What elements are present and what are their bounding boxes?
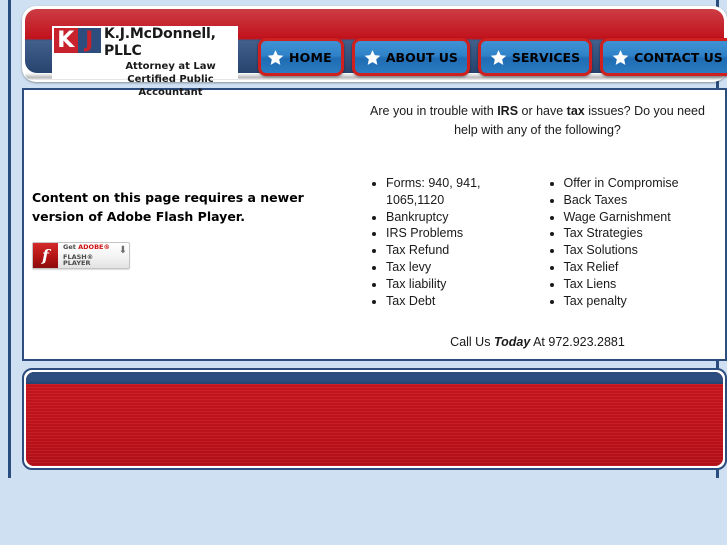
- logo-monogram-icon: K J: [54, 28, 101, 53]
- services-list-left-items: Forms: 940, 941, 1065,1120 Bankruptcy IR…: [360, 175, 538, 309]
- logo-firm-name: K.J.McDonnell, PLLC: [104, 26, 216, 59]
- list-item: Tax Refund: [386, 242, 538, 259]
- nav-item-about-us[interactable]: ABOUT US: [351, 38, 470, 76]
- list-item: Tax Strategies: [564, 225, 716, 242]
- star-icon: [364, 49, 381, 65]
- list-item: IRS Problems: [386, 225, 538, 242]
- main-navigation: HOME ABOUT US SERVICES CONTACT US: [258, 37, 727, 77]
- site-frame: K J K.J.McDonnell, PLLC Attorney at Law …: [8, 0, 727, 478]
- flash-badge-adobe: ADOBE®: [78, 243, 110, 252]
- call-to-action: Call Us Today At 972.923.2881: [360, 335, 715, 349]
- list-item: Wage Garnishment: [564, 209, 716, 226]
- list-item: Tax levy: [386, 259, 538, 276]
- services-lists: Forms: 940, 941, 1065,1120 Bankruptcy IR…: [360, 175, 715, 309]
- cta-emphasis: Today: [493, 335, 531, 350]
- services-column: Are you in trouble with IRS or have tax …: [350, 90, 725, 359]
- star-icon: [612, 49, 629, 65]
- get-adobe-flash-player-button[interactable]: f Get ADOBE® FLASH® PLAYER ⬇: [32, 242, 130, 269]
- flash-player-notice: Content on this page requires a newer ve…: [32, 188, 342, 269]
- logo-tagline-attorney: Attorney at Law: [125, 61, 216, 72]
- cta-prefix: Call Us: [450, 335, 494, 350]
- nav-label-services: SERVICES: [511, 49, 581, 65]
- star-icon: [490, 49, 507, 65]
- nav-item-contact-us[interactable]: CONTACT US: [600, 38, 727, 76]
- logo-text-block: K.J.McDonnell, PLLC Attorney at Law Cert…: [101, 26, 238, 99]
- list-item: Tax Relief: [564, 259, 716, 276]
- list-item: Tax Debt: [386, 293, 538, 310]
- flash-badge-text: Get ADOBE® FLASH® PLAYER: [58, 244, 117, 267]
- logo-letter-k: K: [54, 28, 78, 53]
- logo-letter-j: J: [77, 28, 101, 53]
- site-header: K J K.J.McDonnell, PLLC Attorney at Law …: [22, 6, 727, 98]
- footer-red-banner: [26, 384, 723, 466]
- nav-label-home: HOME: [289, 49, 332, 65]
- flash-badge-line2: FLASH® PLAYER: [63, 252, 94, 268]
- flash-logo-icon: f: [33, 243, 58, 268]
- site-footer: [22, 368, 727, 470]
- logo-tagline-cpa: Certified Public Accountant: [127, 74, 214, 98]
- cta-phone: At 972.923.2881: [530, 335, 625, 350]
- services-list-left: Forms: 940, 941, 1065,1120 Bankruptcy IR…: [360, 175, 538, 309]
- flash-badge-line1: Get ADOBE®: [63, 244, 117, 251]
- services-list-right-items: Offer in Compromise Back Taxes Wage Garn…: [538, 175, 716, 309]
- services-list-right: Offer in Compromise Back Taxes Wage Garn…: [538, 175, 716, 309]
- star-icon: [267, 49, 284, 65]
- main-content-panel: Content on this page requires a newer ve…: [22, 88, 727, 361]
- list-item: Bankruptcy: [386, 209, 538, 226]
- nav-label-contact-us: CONTACT US: [634, 49, 723, 65]
- list-item: Tax liability: [386, 276, 538, 293]
- intro-part1: Are you in trouble with: [370, 104, 498, 118]
- content-columns: Content on this page requires a newer ve…: [24, 90, 725, 359]
- list-item: Forms: 940, 941, 1065,1120: [386, 175, 538, 209]
- list-item: Offer in Compromise: [564, 175, 716, 192]
- download-arrow-icon: ⬇: [118, 245, 128, 256]
- intro-question: Are you in trouble with IRS or have tax …: [360, 102, 715, 140]
- flash-badge-get: Get: [63, 243, 79, 252]
- intro-bold-irs: IRS: [497, 104, 519, 118]
- intro-part2: or have: [518, 104, 567, 118]
- list-item: Tax Solutions: [564, 242, 716, 259]
- flash-notice-line2: Adobe Flash Player.: [106, 209, 245, 224]
- flash-notice-text: Content on this page requires a newer ve…: [32, 188, 342, 226]
- flash-content-column: Content on this page requires a newer ve…: [24, 90, 350, 359]
- list-item: Tax penalty: [564, 293, 716, 310]
- nav-item-services[interactable]: SERVICES: [477, 38, 593, 76]
- list-item: Tax Liens: [564, 276, 716, 293]
- nav-item-home[interactable]: HOME: [258, 38, 344, 76]
- footer-top-strip: [26, 372, 723, 384]
- intro-bold-tax: tax: [566, 104, 585, 118]
- list-item: Back Taxes: [564, 192, 716, 209]
- footer-inner: [26, 372, 723, 466]
- site-logo[interactable]: K J K.J.McDonnell, PLLC Attorney at Law …: [52, 26, 238, 98]
- nav-label-about-us: ABOUT US: [385, 49, 458, 65]
